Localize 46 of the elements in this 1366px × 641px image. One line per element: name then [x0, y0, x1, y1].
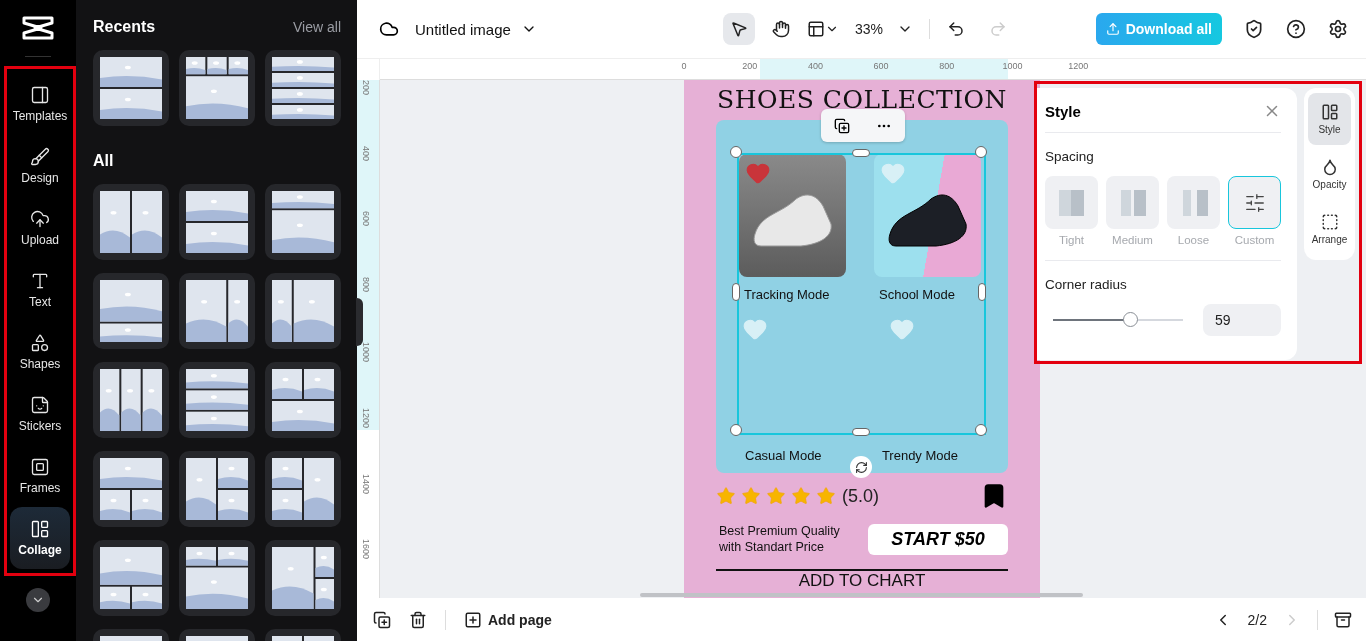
section-label: Spacing [1045, 149, 1095, 164]
description-text: Best Premium Quality with Standart Price [719, 524, 840, 556]
ruler-label: 800 [361, 276, 371, 292]
document-title[interactable]: Untitled image [415, 20, 537, 38]
add-page-button[interactable]: Add page [464, 610, 552, 629]
ruler-label: 1600 [361, 539, 371, 560]
rail-tab[interactable]: Frames [10, 445, 70, 507]
rail-tab[interactable]: Upload [10, 197, 70, 259]
side-tab[interactable]: Opacity [1308, 148, 1351, 200]
ruler-label: 200 [361, 80, 371, 96]
panel-title: Style [1045, 102, 1081, 120]
ruler-label: 400 [807, 61, 823, 71]
ruler-label: 400 [361, 145, 371, 161]
zoom-dropdown[interactable]: 33% [848, 21, 919, 37]
section-label: Corner radius [1045, 277, 1128, 292]
rail-tab[interactable]: Collage [10, 507, 70, 569]
page-indicator: 2/2 [1247, 611, 1267, 628]
item-label: Trendy Mode [880, 448, 958, 463]
ruler-label: 1400 [361, 473, 371, 494]
ruler-label: 800 [939, 61, 955, 71]
ruler-label: 1000 [361, 342, 371, 363]
rail-tab[interactable]: Text [10, 259, 70, 321]
corner-radius-input[interactable]: 59 [1203, 304, 1281, 336]
item-label: Tracking Mode [743, 287, 830, 302]
design-title: SHOES COLLECTION [717, 85, 1007, 114]
rating-text: (5.0) [842, 485, 879, 507]
rail-tab[interactable]: Design [10, 135, 70, 197]
item-label: Casual Mode [744, 448, 822, 463]
section-title: All [93, 152, 115, 170]
price-button[interactable]: START $50 [868, 524, 1008, 556]
rail-tab[interactable]: Stickers [10, 383, 70, 445]
rail-tab[interactable]: Shapes [10, 321, 70, 383]
side-tab[interactable]: Arrange [1308, 203, 1351, 255]
ruler-label: 1000 [1002, 61, 1023, 71]
item-label: School Mode [878, 287, 955, 302]
rail-tab[interactable]: Templates [10, 73, 70, 135]
side-tab[interactable]: Style [1308, 93, 1351, 145]
view-all-link[interactable]: View all [293, 19, 341, 35]
footer-text: ADD TO CHART [798, 572, 926, 591]
ruler-label: 600 [361, 211, 371, 227]
ruler-label: 1200 [361, 408, 371, 429]
ruler-label: 1200 [1068, 61, 1089, 71]
ruler-label: 200 [742, 61, 758, 71]
ruler-label: 600 [873, 61, 889, 71]
ruler-label: 0 [681, 61, 687, 71]
section-title: Recents [93, 18, 156, 36]
